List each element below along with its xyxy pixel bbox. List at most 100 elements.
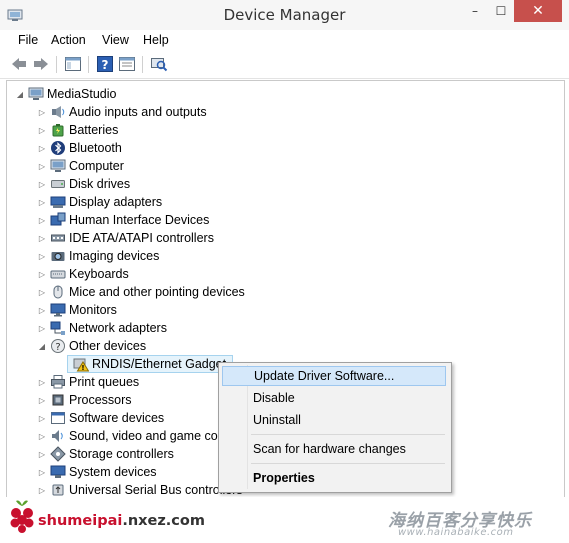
expand-icon[interactable]: ▷ xyxy=(37,301,47,319)
collapse-icon[interactable]: ◢ xyxy=(15,85,25,103)
printer-icon xyxy=(51,375,65,389)
device-category[interactable]: ▷ Print queues xyxy=(37,373,139,391)
device-category-label: Storage controllers xyxy=(69,447,174,461)
expand-icon[interactable]: ▷ xyxy=(37,409,47,427)
device-category-label: Universal Serial Bus controllers xyxy=(69,483,243,497)
context-menu-separator xyxy=(251,434,445,435)
toolbar-separator xyxy=(56,56,57,73)
device-item-label: RNDIS/Ethernet Gadget xyxy=(92,357,227,371)
device-category[interactable]: ▷ Audio inputs and outputs xyxy=(37,103,207,121)
expand-icon[interactable]: ▷ xyxy=(37,121,47,139)
device-category[interactable]: ▷ Human Interface Devices xyxy=(37,211,209,229)
scan-hardware-icon[interactable] xyxy=(150,55,168,73)
device-category-label: Sound, video and game con xyxy=(69,429,225,443)
device-category-label: IDE ATA/ATAPI controllers xyxy=(69,231,214,245)
expand-icon[interactable]: ▷ xyxy=(37,265,47,283)
title-bar: Device Manager – ☐ ✕ xyxy=(0,0,569,31)
display-adapter-icon xyxy=(50,196,66,208)
expand-icon[interactable]: ▷ xyxy=(37,193,47,211)
device-category[interactable]: ▷ Network adapters xyxy=(37,319,167,337)
expand-icon[interactable]: ▷ xyxy=(37,103,47,121)
device-category-label: Display adapters xyxy=(69,195,163,209)
close-button[interactable]: ✕ xyxy=(514,0,562,22)
expand-icon[interactable]: ▷ xyxy=(37,229,47,247)
usb-icon xyxy=(52,484,64,496)
properties-item[interactable]: Properties xyxy=(222,468,446,488)
expand-icon[interactable]: ▷ xyxy=(37,391,47,409)
svg-text:!: ! xyxy=(81,364,84,372)
show-hide-console-tree-icon[interactable] xyxy=(64,55,82,73)
tree-root[interactable]: ◢ MediaStudio xyxy=(15,85,117,103)
minimize-button[interactable]: – xyxy=(462,0,488,22)
device-category[interactable]: ▷ Sound, video and game con xyxy=(37,427,225,445)
expand-icon[interactable]: ▷ xyxy=(37,283,47,301)
expand-icon[interactable]: ▷ xyxy=(37,319,47,337)
disk-drive-icon xyxy=(51,180,65,188)
device-category[interactable]: ▷ Monitors xyxy=(37,301,117,319)
sound-icon xyxy=(52,430,63,442)
device-category[interactable]: ▷ Display adapters xyxy=(37,193,162,211)
device-category-label: Monitors xyxy=(69,303,117,317)
warning-device-icon: ! xyxy=(73,358,89,372)
expand-icon[interactable]: ▷ xyxy=(37,445,47,463)
forward-icon[interactable] xyxy=(32,55,50,73)
device-category[interactable]: ▷ Batteries xyxy=(37,121,118,139)
watermark-url: www.hainabaike.com xyxy=(398,527,514,538)
device-category[interactable]: ▷ Imaging devices xyxy=(37,247,159,265)
expand-icon[interactable]: ▷ xyxy=(37,463,47,481)
svg-text:?: ? xyxy=(55,342,60,353)
menu-action[interactable]: Action xyxy=(51,33,86,47)
back-icon[interactable] xyxy=(10,55,28,73)
disable-item[interactable]: Disable xyxy=(222,388,446,408)
device-category[interactable]: ▷ Software devices xyxy=(37,409,164,427)
device-category[interactable]: ▷ IDE ATA/ATAPI controllers xyxy=(37,229,214,247)
device-category[interactable]: ▷ Processors xyxy=(37,391,132,409)
device-category[interactable]: ▷ Universal Serial Bus controllers xyxy=(37,481,243,497)
device-category[interactable]: ◢? Other devices xyxy=(37,337,146,355)
device-category[interactable]: ▷ Computer xyxy=(37,157,124,175)
menu-help[interactable]: Help xyxy=(143,33,169,47)
device-category[interactable]: ▷ System devices xyxy=(37,463,157,481)
network-adapter-icon xyxy=(50,321,65,335)
expand-icon[interactable]: ▷ xyxy=(37,247,47,265)
device-category-label: Imaging devices xyxy=(69,249,160,263)
footer-watermark: shumeipai.nxez.com 海纳百客分享快乐 www.hainabai… xyxy=(0,497,569,543)
expand-icon[interactable]: ▷ xyxy=(37,373,47,391)
expand-icon[interactable]: ▷ xyxy=(37,157,47,175)
maximize-button[interactable]: ☐ xyxy=(488,0,514,22)
device-category-label: Human Interface Devices xyxy=(69,213,210,227)
device-category-label: System devices xyxy=(69,465,157,479)
device-category[interactable]: ▷ Bluetooth xyxy=(37,139,122,157)
help-icon[interactable]: ? xyxy=(96,55,114,73)
properties-icon[interactable] xyxy=(118,55,136,73)
device-category-label: Batteries xyxy=(69,123,119,137)
expand-icon[interactable]: ▷ xyxy=(37,427,47,445)
selected-device-highlight[interactable]: ! RNDIS/Ethernet Gadget xyxy=(67,355,234,373)
menu-file[interactable]: File xyxy=(18,33,38,47)
device-category[interactable]: ▷ Keyboards xyxy=(37,265,129,283)
device-category-label: Keyboards xyxy=(69,267,129,281)
device-category-label: Processors xyxy=(69,393,132,407)
svg-text:?: ? xyxy=(102,58,109,72)
battery-icon xyxy=(52,124,64,137)
uninstall-item[interactable]: Uninstall xyxy=(222,410,446,430)
collapse-icon[interactable]: ◢ xyxy=(37,337,47,355)
monitor-icon xyxy=(50,303,66,317)
expand-icon[interactable]: ▷ xyxy=(37,139,47,157)
expand-icon[interactable]: ▷ xyxy=(37,211,47,229)
menu-view[interactable]: View xyxy=(102,33,129,47)
context-menu: Update Driver Software... Disable Uninst… xyxy=(218,362,452,493)
device-category-label: Audio inputs and outputs xyxy=(69,105,207,119)
scan-for-hardware-changes-item[interactable]: Scan for hardware changes xyxy=(222,439,446,459)
processor-icon xyxy=(52,394,64,406)
hid-icon xyxy=(50,212,66,226)
expand-icon[interactable]: ▷ xyxy=(37,175,47,193)
menu-bar: File Action View Help xyxy=(0,30,569,52)
device-category[interactable]: ▷ Storage controllers xyxy=(37,445,174,463)
device-category[interactable]: ▷ Disk drives xyxy=(37,175,130,193)
expand-icon[interactable]: ▷ xyxy=(37,481,47,497)
device-item[interactable]: ! RNDIS/Ethernet Gadget xyxy=(67,355,234,373)
update-driver-software-item[interactable]: Update Driver Software... xyxy=(222,366,446,386)
context-menu-separator xyxy=(251,463,445,464)
device-category[interactable]: ▷ Mice and other pointing devices xyxy=(37,283,245,301)
